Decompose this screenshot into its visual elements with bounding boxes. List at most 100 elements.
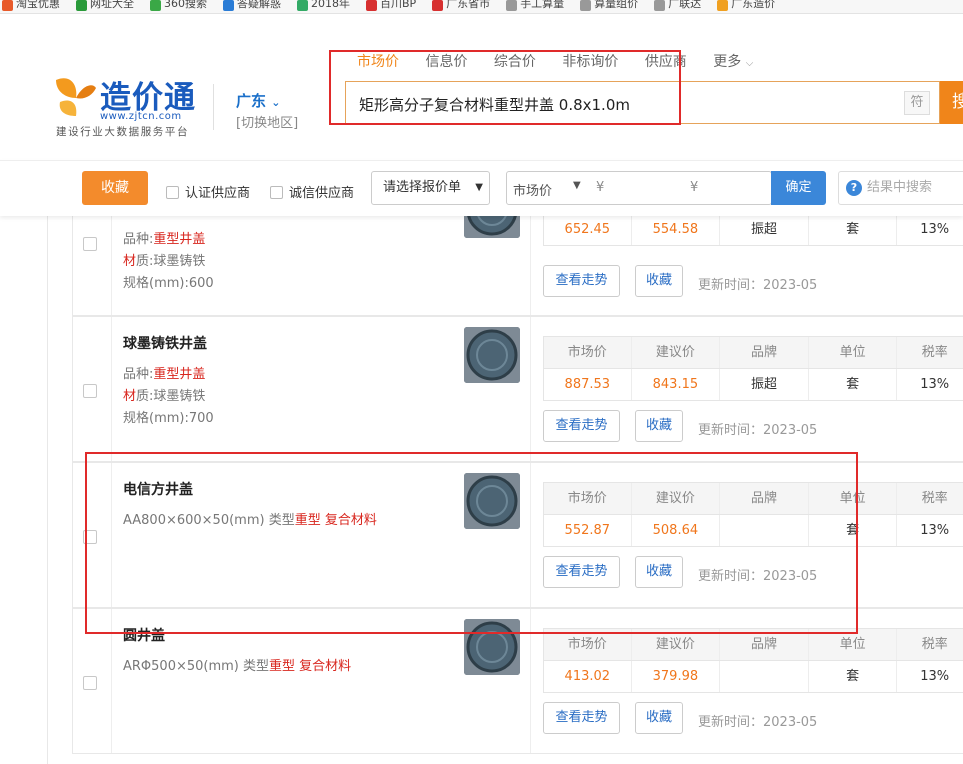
quote-list-select-value: 请选择报价单 xyxy=(383,180,462,195)
result-search-input[interactable]: ? 结果中搜索 xyxy=(838,171,963,205)
col-suggested-price: 建议价 xyxy=(632,337,721,368)
col-market-price: 市场价 xyxy=(544,629,632,660)
attr-value: 球墨铸铁 xyxy=(153,254,206,269)
nav-supplier[interactable]: 供应商 xyxy=(645,54,687,70)
col-market-price: 市场价 xyxy=(544,483,632,514)
updated-time: 更新时间：2023-05 xyxy=(698,569,818,584)
product-spec: ARΦ500×50(mm) 类型重型 复合材料 xyxy=(123,655,351,674)
price-row: 652.45 554.58 振超 套 13% xyxy=(544,216,963,245)
confirm-button[interactable]: 确定 xyxy=(771,171,826,205)
view-trend-button[interactable]: 查看走势 xyxy=(543,556,620,588)
bookmark-item[interactable]: 网址大全 xyxy=(74,0,134,11)
bookmark-item[interactable]: 广联达 xyxy=(652,0,701,11)
bookmark-item[interactable]: 答疑解惑 xyxy=(221,0,281,11)
suggested-price: 554.58 xyxy=(632,216,721,245)
row-checkbox[interactable] xyxy=(83,237,97,251)
bookmark-favicon-icon xyxy=(2,0,13,11)
bookmark-item[interactable]: 手工算量 xyxy=(504,0,564,11)
bookmark-item[interactable]: 算量组价 xyxy=(578,0,638,11)
attr-label-prefix: 材 xyxy=(123,389,137,404)
unit: 套 xyxy=(809,216,898,245)
product-name[interactable]: 电信方井盖 xyxy=(123,479,193,499)
view-trend-button[interactable]: 查看走势 xyxy=(543,265,620,297)
bookmarks-bar: 淘宝优惠 网址大全 360搜索 答疑解惑 2018年 百川BP 广东省市 手工算量 算量组价 广联… xyxy=(0,0,963,14)
bookmark-label: 淘宝优惠 xyxy=(16,0,60,10)
chevron-down-icon: ⌄ xyxy=(271,96,281,109)
search-button[interactable]: 搜 xyxy=(940,81,963,124)
nav-nonstandard-inquiry[interactable]: 非标询价 xyxy=(562,54,618,70)
bookmark-label: 广东造价 xyxy=(731,0,776,10)
spec-highlight: 重型 xyxy=(269,659,296,674)
row-checkbox[interactable] xyxy=(83,530,97,544)
market-price: 413.02 xyxy=(544,661,632,692)
certified-supplier-label: 认证供应商 xyxy=(185,186,251,201)
certified-supplier-checkbox[interactable]: 认证供应商 xyxy=(166,182,250,201)
bookmark-label: 算量组价 xyxy=(594,0,639,10)
tax-rate: 13% xyxy=(920,222,950,237)
favorite-item-button[interactable]: 收藏 xyxy=(635,556,683,588)
manhole-cover-icon xyxy=(464,619,520,675)
tax-rate: 13% xyxy=(920,669,950,684)
attr-value: 球墨铸铁 xyxy=(153,389,206,404)
favorite-item-button[interactable]: 收藏 xyxy=(635,265,683,297)
quote-list-select[interactable]: 请选择报价单 ▼ xyxy=(371,171,490,205)
symbol-button[interactable]: 符 xyxy=(904,91,930,115)
nav-more-label: 更多 xyxy=(713,54,742,70)
price-table: 652.45 554.58 振超 套 13% xyxy=(543,216,963,246)
tax-rate: 13% xyxy=(920,523,950,538)
logo-url: www.zjtcn.com xyxy=(100,111,182,122)
chevron-down-icon: ⌵ xyxy=(745,58,754,69)
product-thumbnail[interactable] xyxy=(464,619,520,675)
product-name[interactable]: 球墨铸铁井盖 xyxy=(123,333,207,353)
nav-composite-price[interactable]: 综合价 xyxy=(494,54,536,70)
col-market-price: 市场价 xyxy=(544,337,632,368)
nav-info-price[interactable]: 信息价 xyxy=(425,54,467,70)
bookmark-item[interactable]: 广东省市 xyxy=(430,0,490,11)
product-name[interactable]: 圆井盖 xyxy=(123,625,165,645)
updated-time: 更新时间：2023-05 xyxy=(698,278,818,293)
bookmark-item[interactable]: 百川BP xyxy=(364,0,416,11)
spec-text: ARΦ500×50(mm) 类型 xyxy=(123,659,270,674)
product-thumbnail[interactable] xyxy=(464,327,520,383)
bookmark-item[interactable]: 2018年 xyxy=(295,0,350,11)
manhole-cover-icon xyxy=(464,327,520,383)
bookmark-item[interactable]: 广东造价 xyxy=(715,0,775,11)
nav-more[interactable]: 更多 ⌵ xyxy=(713,54,753,70)
trusted-supplier-checkbox[interactable]: 诚信供应商 xyxy=(270,182,354,201)
nav-market-price[interactable]: 市场价 xyxy=(357,54,399,70)
price-min-input[interactable]: ¥ xyxy=(596,180,604,195)
bookmark-item[interactable]: 360搜索 xyxy=(148,0,207,11)
bookmark-favicon-icon xyxy=(76,0,87,11)
bookmark-label: 360搜索 xyxy=(164,0,207,10)
bookmark-label: 答疑解惑 xyxy=(237,0,281,10)
col-tax-rate: 税率 xyxy=(921,491,948,506)
bookmark-item[interactable]: 淘宝优惠 xyxy=(0,0,60,11)
row-divider xyxy=(111,463,112,607)
region-selector[interactable]: 广东 ⌄ xyxy=(236,90,280,111)
price-table: 市场价 建议价 品牌 单位 税率 413.02 379.98 套 13% xyxy=(543,628,963,693)
favorite-item-button[interactable]: 收藏 xyxy=(635,702,683,734)
row-divider xyxy=(530,216,531,315)
row-divider xyxy=(530,609,531,753)
price-row: 552.87 508.64 套 13% xyxy=(544,515,963,546)
price-type-select[interactable]: 市场价 xyxy=(513,180,552,199)
list-item: 电信方井盖 AA800×600×50(mm) 类型重型 复合材料 市场价 建议价… xyxy=(72,462,963,608)
region-switch-link[interactable]: [切换地区] xyxy=(236,112,298,131)
product-thumbnail[interactable] xyxy=(464,473,520,529)
price-row: 413.02 379.98 套 13% xyxy=(544,661,963,692)
row-checkbox[interactable] xyxy=(83,384,97,398)
favorite-item-button[interactable]: 收藏 xyxy=(635,410,683,442)
logo[interactable]: 造价通 www.zjtcn.com 建设行业大数据服务平台 xyxy=(52,72,212,144)
view-trend-button[interactable]: 查看走势 xyxy=(543,702,620,734)
search-input[interactable]: 矩形高分子复合材料重型井盖 0.8x1.0m 符 xyxy=(345,81,940,124)
unit: 套 xyxy=(809,369,898,400)
favorite-button[interactable]: 收藏 xyxy=(82,171,148,205)
spec-highlight: 重型 xyxy=(294,513,321,528)
view-trend-button[interactable]: 查看走势 xyxy=(543,410,620,442)
product-thumbnail[interactable] xyxy=(464,216,520,238)
bookmark-label: 手工算量 xyxy=(520,0,565,10)
row-checkbox[interactable] xyxy=(83,676,97,690)
brand xyxy=(720,661,809,692)
price-max-input[interactable]: ¥ xyxy=(690,180,698,195)
site-header: 市场价 信息价 综合价 非标询价 供应商 更多 ⌵ 造价通 www.zjtcn.… xyxy=(0,14,963,160)
